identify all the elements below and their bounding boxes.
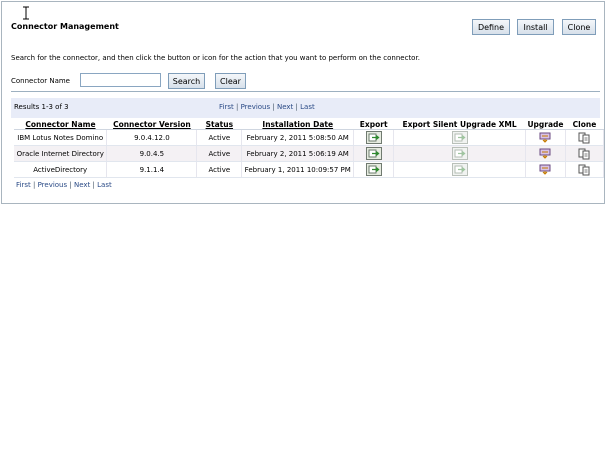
export-icon[interactable] bbox=[365, 163, 382, 176]
cell-connector-name: IBM Lotus Notes Domino bbox=[14, 129, 108, 146]
table-row: IBM Lotus Notes Domino 9.0.4.12.0 Active… bbox=[14, 129, 605, 146]
export-silent-icon[interactable] bbox=[451, 131, 468, 144]
export-silent-icon[interactable] bbox=[451, 163, 468, 176]
cell-connector-name: ActiveDirectory bbox=[14, 161, 108, 178]
instructions-text: Search for the connector, and then click… bbox=[11, 54, 420, 62]
results-bar: Results 1-3 of 3 First | Previous | Next… bbox=[11, 98, 600, 118]
page-title: Connector Management bbox=[11, 22, 119, 31]
divider bbox=[11, 91, 600, 92]
upgrade-icon[interactable] bbox=[539, 164, 552, 175]
clone-button[interactable]: Clone bbox=[562, 19, 596, 35]
clone-icon[interactable] bbox=[578, 132, 590, 144]
results-summary: Results 1-3 of 3 bbox=[14, 103, 69, 111]
clone-icon[interactable] bbox=[578, 164, 590, 176]
pager-separator: | bbox=[295, 103, 298, 111]
pager-separator: | bbox=[272, 103, 275, 111]
pager-previous-link[interactable]: Previous bbox=[241, 103, 271, 111]
column-header-export: Export bbox=[353, 119, 394, 130]
cell-status: Active bbox=[196, 129, 243, 146]
column-header-installation-date[interactable]: Installation Date bbox=[241, 119, 354, 130]
column-header-export-silent-upgrade-xml: Export Silent Upgrade XML bbox=[393, 119, 526, 130]
cell-clone bbox=[565, 145, 605, 162]
connector-name-label: Connector Name bbox=[11, 77, 70, 85]
pager-first-link[interactable]: First bbox=[219, 103, 234, 111]
cell-connector-version: 9.1.1.4 bbox=[106, 161, 198, 178]
install-button[interactable]: Install bbox=[517, 19, 554, 35]
cell-export-silent-upgrade-xml bbox=[393, 145, 526, 162]
export-icon[interactable] bbox=[365, 147, 382, 160]
cell-status: Active bbox=[196, 161, 243, 178]
export-silent-icon[interactable] bbox=[451, 147, 468, 160]
cell-connector-name: Oracle Internet Directory bbox=[14, 145, 108, 162]
connector-management-panel: Connector Management Define Install Clon… bbox=[1, 1, 605, 204]
pager-separator: | bbox=[235, 103, 239, 111]
cell-connector-version: 9.0.4.12.0 bbox=[106, 129, 198, 146]
column-header-status[interactable]: Status bbox=[196, 119, 242, 130]
pager-last-link[interactable]: Last bbox=[300, 103, 315, 111]
table-header-row: Connector Name Connector Version Status … bbox=[14, 119, 604, 130]
cell-upgrade bbox=[525, 161, 566, 178]
cell-clone bbox=[565, 129, 605, 146]
table-row: Oracle Internet Directory 9.0.4.5 Active… bbox=[14, 145, 605, 162]
pager-next-link[interactable]: Next bbox=[74, 181, 90, 189]
upgrade-icon[interactable] bbox=[539, 132, 552, 143]
clear-button[interactable]: Clear bbox=[215, 73, 246, 89]
cell-export-silent-upgrade-xml bbox=[393, 129, 526, 146]
cell-export bbox=[353, 145, 395, 162]
connectors-table: Connector Name Connector Version Status … bbox=[14, 119, 605, 178]
cell-upgrade bbox=[525, 145, 566, 162]
clone-icon[interactable] bbox=[578, 148, 590, 160]
cell-upgrade bbox=[525, 129, 566, 146]
cell-installation-date: February 2, 2011 5:08:50 AM bbox=[241, 129, 355, 146]
search-button[interactable]: Search bbox=[168, 73, 205, 89]
text-cursor-icon bbox=[23, 6, 29, 20]
upgrade-icon[interactable] bbox=[539, 148, 552, 159]
export-icon[interactable] bbox=[365, 131, 382, 144]
column-header-clone: Clone bbox=[565, 119, 604, 130]
pager-separator: | bbox=[69, 181, 72, 189]
pager-previous-link[interactable]: Previous bbox=[38, 181, 68, 189]
cell-export bbox=[353, 161, 395, 178]
column-header-connector-version[interactable]: Connector Version bbox=[106, 119, 197, 130]
cell-clone bbox=[565, 161, 605, 178]
pager-last-link[interactable]: Last bbox=[97, 181, 112, 189]
pager-next-link[interactable]: Next bbox=[277, 103, 293, 111]
pager-separator: | bbox=[32, 181, 36, 189]
cell-status: Active bbox=[196, 145, 243, 162]
table-row: ActiveDirectory 9.1.1.4 Active February … bbox=[14, 161, 605, 178]
pager-top: First | Previous | Next | Last bbox=[219, 103, 315, 111]
cell-export-silent-upgrade-xml bbox=[393, 161, 526, 178]
pager-bottom: First | Previous | Next | Last bbox=[16, 181, 112, 189]
define-button[interactable]: Define bbox=[472, 19, 510, 35]
pager-first-link[interactable]: First bbox=[16, 181, 31, 189]
cell-connector-version: 9.0.4.5 bbox=[106, 145, 198, 162]
column-header-connector-name[interactable]: Connector Name bbox=[14, 119, 107, 130]
pager-separator: | bbox=[92, 181, 95, 189]
connector-name-input[interactable] bbox=[80, 73, 161, 87]
cell-export bbox=[353, 129, 395, 146]
cell-installation-date: February 1, 2011 10:09:57 PM bbox=[241, 161, 355, 178]
cell-installation-date: February 2, 2011 5:06:19 AM bbox=[241, 145, 355, 162]
column-header-upgrade: Upgrade bbox=[525, 119, 566, 130]
